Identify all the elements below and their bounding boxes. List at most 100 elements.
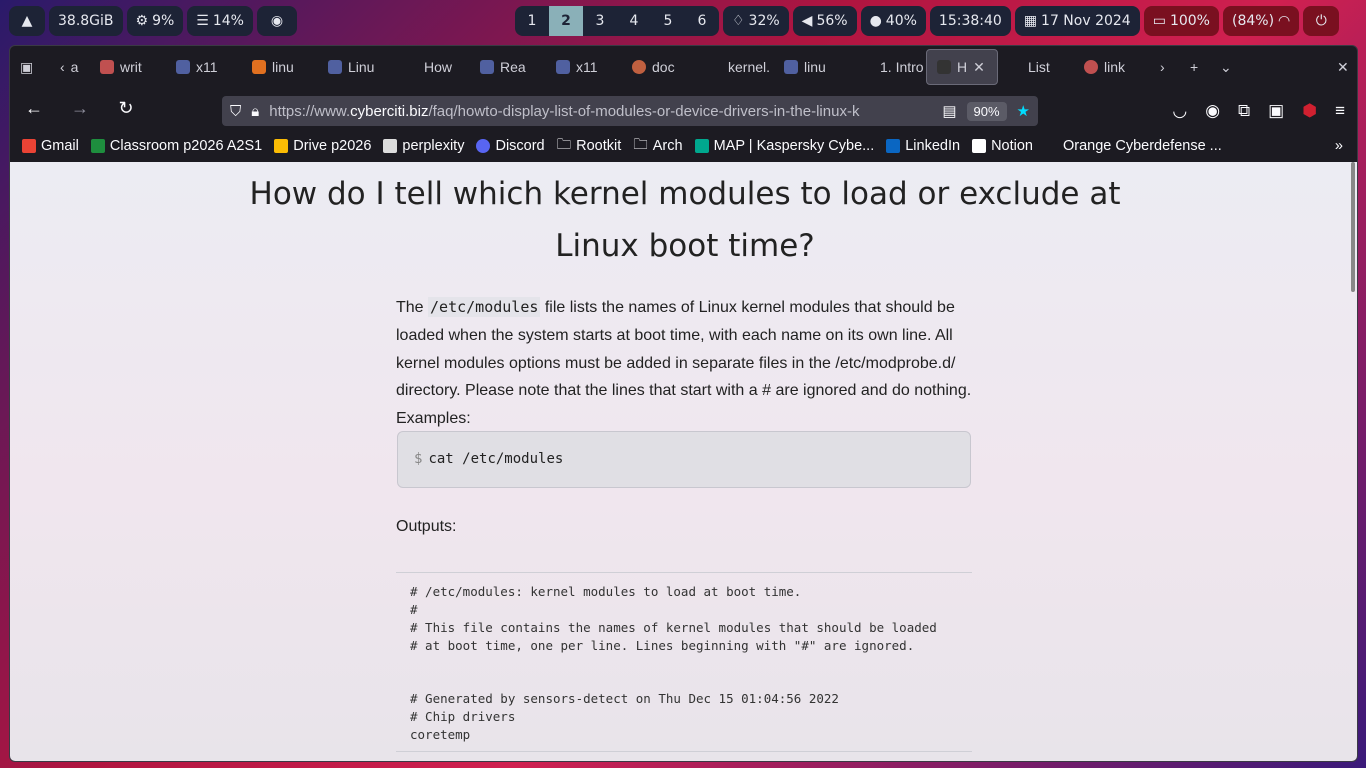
tab[interactable]: x11 [166, 49, 242, 85]
command-block: $ cat /etc/modules [397, 431, 971, 488]
bookmark-linkedin[interactable]: LinkedIn [886, 138, 960, 154]
bookmark-star-icon[interactable]: ★ [1017, 102, 1030, 120]
classroom-icon [90, 139, 105, 153]
date-widget[interactable]: ▦ 17 Nov 2024 [1014, 6, 1140, 36]
battery-icon: ▭ [1152, 13, 1166, 29]
account-icon[interactable]: ◉ [1205, 101, 1220, 121]
launcher-button[interactable]: ▲ [9, 6, 45, 36]
article-title: How do I tell which kernel modules to lo… [249, 176, 1121, 264]
pocket-icon[interactable]: ◡ [1172, 101, 1187, 121]
volume-widget[interactable]: ◀ 56% [792, 6, 857, 36]
list-tabs-button[interactable]: ⌄ [1210, 49, 1240, 85]
tab[interactable]: link [1074, 49, 1150, 85]
tab[interactable]: doc [622, 49, 698, 85]
kaspersky-icon [694, 139, 709, 153]
tab[interactable]: writ [90, 49, 166, 85]
bookmark-orange[interactable]: Orange Cyberdefense ... [1063, 138, 1222, 154]
arch-logo-icon: ▲ [21, 13, 33, 29]
extensions-icon[interactable]: ⧉ [1238, 101, 1250, 121]
workspace-6[interactable]: 6 [685, 6, 719, 36]
brightness-widget[interactable]: ♢ 32% [722, 6, 789, 36]
chevron-left-icon: ‹ [60, 59, 65, 75]
battery-widget[interactable]: ▭ 100% [1143, 6, 1219, 36]
workspace-3[interactable]: 3 [583, 6, 617, 36]
firefox-window: ▣ ‹ a writ x11 linu Linu How Rea x11 doc … [9, 45, 1358, 762]
linkedin-icon [886, 139, 901, 153]
tab[interactable]: x11 [546, 49, 622, 85]
shell-prompt: $ [414, 451, 423, 467]
mic-widget[interactable]: ● 40% [860, 6, 926, 36]
cpu-icon: ⚙ [135, 13, 149, 29]
zoom-indicator[interactable]: 90% [966, 101, 1007, 121]
tab[interactable]: List [998, 49, 1074, 85]
menu-icon[interactable]: ≡ [1335, 101, 1345, 121]
bookmark-kaspersky[interactable]: MAP | Kaspersky Cybe... [694, 138, 874, 154]
close-tab-icon[interactable]: ✕ [973, 59, 985, 76]
tab-active[interactable]: H ✕ [926, 49, 998, 85]
ublock-icon[interactable]: ⬢ [1302, 101, 1317, 121]
discord-icon [476, 139, 491, 153]
discord-tray[interactable]: ◉ [256, 6, 297, 36]
bookmark-perplexity[interactable]: perplexity [383, 138, 464, 154]
inline-code: /etc/modules [428, 297, 541, 317]
tab[interactable]: linu [774, 49, 850, 85]
bookmarks-toolbar: Gmail Classroom p2026 A2S1 Drive p2026 p… [10, 130, 1357, 162]
outputs-label: Outputs: [396, 518, 457, 535]
memory-widget[interactable]: 38.8GiB [49, 6, 123, 36]
tab-manager-button[interactable]: ▣ [10, 49, 50, 85]
power-button[interactable]: ⏻ [1303, 6, 1340, 36]
container-icon[interactable]: ▣ [1268, 101, 1284, 121]
tab[interactable]: kernel. [698, 49, 774, 85]
scroll-tabs-right[interactable]: › [1150, 49, 1180, 85]
chevron-right-icon: › [1160, 59, 1165, 75]
workspace-4[interactable]: 4 [617, 6, 651, 36]
bookmark-folder-arch[interactable]: 🗀 Arch [633, 134, 682, 159]
folder-icon: 🗀 [556, 136, 572, 153]
favicon-icon [708, 60, 722, 74]
tab[interactable]: Rea [470, 49, 546, 85]
scroll-tabs-left[interactable]: ‹ a [50, 49, 90, 85]
bookmark-folder-rootkit[interactable]: 🗀 Rootkit [557, 134, 622, 159]
scrollbar[interactable] [1351, 162, 1355, 292]
workspace-1[interactable]: 1 [515, 6, 549, 36]
disk-icon: ☰ [196, 13, 209, 29]
workspace-5[interactable]: 5 [651, 6, 685, 36]
tab[interactable]: 1. Intro [850, 49, 926, 85]
bookmarks-overflow-button[interactable]: » [1335, 138, 1343, 154]
favicon-icon [252, 60, 266, 74]
lock-icon[interactable]: 🔒︎ [251, 103, 259, 120]
article-paragraph: The /etc/modules file lists the names of… [396, 297, 972, 428]
back-button[interactable]: ← [20, 98, 48, 119]
url-text[interactable]: https://www.cyberciti.biz/faq/howto-disp… [269, 103, 932, 120]
bookmark-classroom[interactable]: Classroom p2026 A2S1 [90, 138, 262, 154]
new-tab-button[interactable]: + [1180, 49, 1210, 85]
mic-icon: ● [869, 13, 882, 29]
calendar-icon: ▦ [1023, 13, 1038, 29]
network-widget[interactable]: (84%) ◠ [1222, 6, 1300, 36]
favicon-icon [556, 60, 570, 74]
bookmark-gmail[interactable]: Gmail [22, 138, 79, 154]
shield-icon[interactable]: ⛉ [230, 103, 241, 120]
perplexity-icon [383, 139, 398, 153]
favicon-icon [328, 60, 342, 74]
reader-view-icon[interactable]: ▤ [942, 102, 956, 120]
forward-button[interactable]: → [66, 98, 94, 119]
tab[interactable]: Linu [318, 49, 394, 85]
tab[interactable]: linu [242, 49, 318, 85]
address-bar[interactable]: ⛉ 🔒︎ https://www.cyberciti.biz/faq/howto… [222, 96, 1038, 126]
speaker-icon: ◀ [801, 13, 813, 29]
clock-widget[interactable]: 15:38:40 [929, 6, 1011, 36]
disk-widget[interactable]: ☰ 14% [187, 6, 253, 36]
workspace-2[interactable]: 2 [548, 6, 583, 36]
bulb-icon: ♢ [731, 13, 745, 29]
drive-icon [274, 139, 289, 153]
bookmark-notion[interactable]: Notion [972, 138, 1033, 154]
bookmark-discord[interactable]: Discord [476, 138, 545, 154]
favicon-icon [100, 60, 114, 74]
reload-button[interactable]: ↻ [112, 98, 140, 119]
plus-icon: + [1190, 59, 1199, 75]
bookmark-drive[interactable]: Drive p2026 [274, 138, 371, 154]
close-window-button[interactable]: ✕ [1327, 49, 1357, 85]
cpu-widget[interactable]: ⚙ 9% [126, 6, 184, 36]
tab[interactable]: How [394, 49, 470, 85]
